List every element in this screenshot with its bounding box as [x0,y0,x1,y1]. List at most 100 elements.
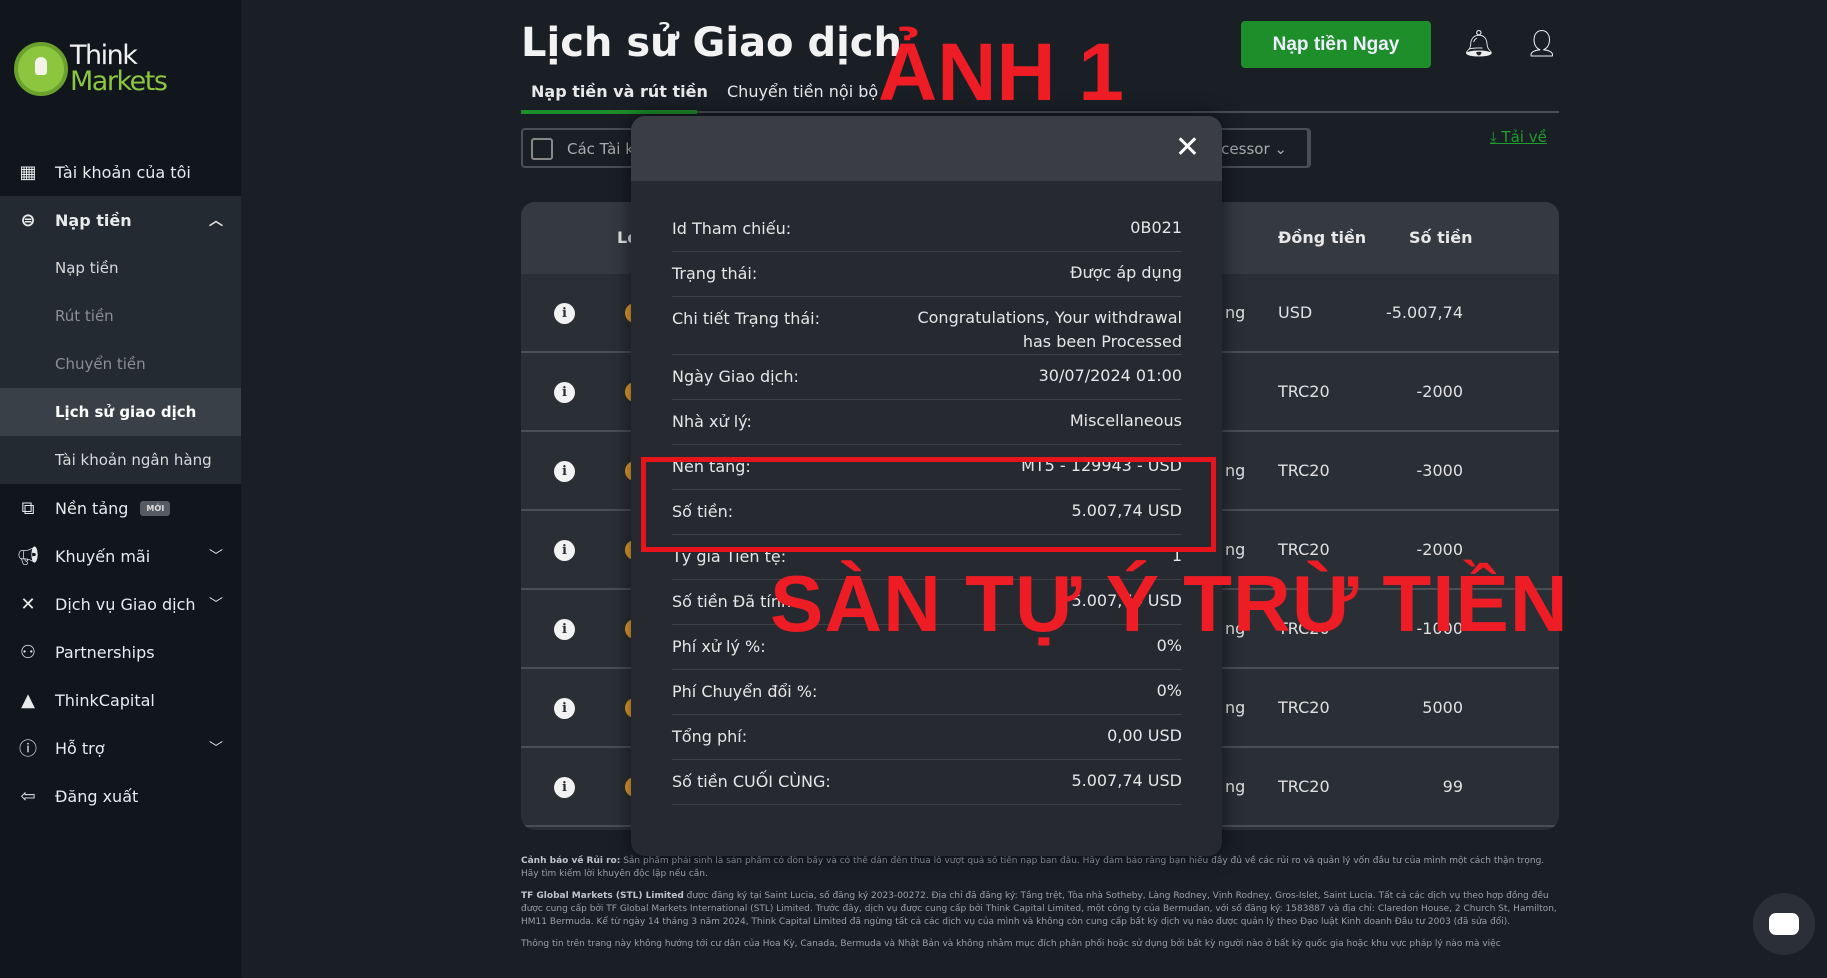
sidebar-item-label: Nạp tiền [55,259,119,277]
tab-internal-transfer[interactable]: Chuyển tiền nội bộ [727,82,878,101]
status-cell: ng [1225,303,1246,322]
sidebar-subitem-deposit[interactable]: Nạp tiền [0,244,241,292]
sidebar-nav: ▦ Tài khoản của tôi ⊜ Nạp tiền ︿ Nạp tiền R… [0,148,241,820]
detail-row: Ngày Giao dịch: 30/07/2024 01:00 [672,355,1182,400]
chevron-down-icon: ﹀ [209,549,223,565]
thinkmarkets-logo[interactable]: Think Markets [14,42,168,97]
sidebar-subitem-transfer[interactable]: Chuyển tiền [0,340,241,388]
dashboard-icon: ▦ [19,161,37,183]
sidebar-subitem-withdraw[interactable]: Rút tiền [0,292,241,340]
detail-row: Phí Chuyển đổi %: 0% [672,670,1182,715]
detail-label: Ngày Giao dịch: [672,367,799,386]
logo-text-markets: Markets [70,66,168,97]
sidebar-item-trading-services[interactable]: ✕ Dịch vụ Giao dịch ﹀ [0,580,241,628]
detail-value: 0,00 USD [1107,726,1182,745]
currency-cell: TRC20 [1278,777,1330,796]
amount-cell: 5000 [1422,698,1463,717]
sidebar-item-thinkcapital[interactable]: ▲ ThinkCapital [0,676,241,724]
legal-disclaimer: Cảnh báo về Rủi ro: Sản phẩm phái sinh l… [521,855,1561,960]
logout-icon: ⇦ [20,785,36,807]
sidebar-subitem-transaction-history[interactable]: Lịch sử giao dịch [0,388,241,436]
detail-label: Id Tham chiếu: [672,219,792,238]
detail-value: 30/07/2024 01:00 [1038,366,1182,385]
sidebar-item-label: Nạp tiền [55,210,132,230]
sidebar-item-support[interactable]: ⓘ Hỗ trợ ﹀ [0,724,241,772]
megaphone-icon: 📢︎ [16,545,40,567]
sidebar-item-partnerships[interactable]: ⚇ Partnerships [0,628,241,676]
sidebar-item-platforms[interactable]: ⧉ Nền tảng MỚI [0,484,241,532]
sidebar-item-deposit[interactable]: ⊜ Nạp tiền ︿ [0,196,241,244]
risk-warning-heading: Cảnh báo về Rủi ro: [521,856,621,866]
sidebar-item-label: Đăng xuất [55,786,139,806]
detail-row: Trạng thái: Được áp dụng [672,252,1182,297]
sidebar-item-label: Chuyển tiền [55,355,146,373]
chat-button[interactable] [1753,893,1815,955]
detail-label: Trạng thái: [672,264,758,283]
sidebar-item-label: Khuyến mãi [55,546,151,566]
download-link[interactable]: ⤓ Tải về [1490,128,1547,146]
chevron-down-icon: ﹀ [209,741,223,757]
amount-cell: -2000 [1416,540,1464,559]
amount-cell: -5.007,74 [1385,303,1463,322]
user-icon[interactable]: 👤︎ [1526,26,1559,62]
currency-cell: TRC20 [1278,382,1330,401]
bell-icon[interactable]: 🔔︎ [1463,26,1496,62]
highlight-box [641,457,1216,552]
chevron-up-icon: ︿ [209,213,223,229]
chevron-down-icon: ⌄ [1274,140,1287,158]
info-icon[interactable]: i [554,303,575,324]
tab-deposits-withdrawals[interactable]: Nạp tiền và rút tiền [531,82,708,101]
info-icon[interactable]: i [554,382,575,403]
mountain-icon: ▲ [21,689,35,711]
info-icon[interactable]: i [554,461,575,482]
status-cell: ng [1225,461,1246,480]
active-tab-indicator [521,110,697,114]
detail-label: Chi tiết Trạng thái: [672,309,821,328]
detail-label: Phí xử lý %: [672,637,766,656]
currency-cell: TRC20 [1278,540,1330,559]
detail-row: Số tiền CUỐI CÙNG: 5.007,74 USD [672,760,1182,805]
new-badge: MỚI [140,500,171,516]
sidebar-item-promotions[interactable]: 📢︎ Khuyến mãi ﹀ [0,532,241,580]
detail-label: Tổng phí: [672,727,748,746]
page-title: Lịch sử Giao dịch [521,20,902,66]
download-icon: ⤓ [1490,128,1497,146]
detail-label: Phí Chuyển đổi %: [672,682,818,701]
detail-value: 0B021 [1130,218,1182,237]
sidebar-item-my-account[interactable]: ▦ Tài khoản của tôi [0,148,241,196]
status-cell: ng [1225,698,1246,717]
detail-value: 5.007,74 USD [1071,771,1182,790]
annotation-label: ẢNH 1 [878,27,1125,118]
sidebar-item-label: Dịch vụ Giao dịch [55,594,196,614]
sidebar-item-label: Hỗ trợ [55,738,105,758]
lightbulb-logo-icon [14,42,68,96]
sidebar-item-label: Lịch sử giao dịch [55,403,197,421]
deposit-now-button[interactable]: Nạp tiền Ngay [1241,21,1431,68]
detail-value: Miscellaneous [1069,411,1182,430]
jurisdiction-text: Thông tin trên trang này không hướng tới… [521,939,1501,949]
annotation-caption: SÀN TỰ Ý TRỪ TIỀN [770,559,1569,648]
accounts-filter-label[interactable]: Các Tài k [567,140,634,158]
info-icon[interactable]: i [554,777,575,798]
company-name: TF Global Markets (STL) Limited [521,891,684,901]
accounts-checkbox[interactable] [531,138,553,160]
close-icon[interactable]: ✕ [1175,130,1200,165]
detail-row: Tổng phí: 0,00 USD [672,715,1182,760]
detail-row: Chi tiết Trạng thái: Congratulations, You… [672,297,1182,355]
wallet-icon: ⊜ [20,209,36,231]
people-icon: ⚇ [19,641,37,663]
status-cell: ng [1225,777,1246,796]
sidebar-item-logout[interactable]: ⇦ Đăng xuất [0,772,241,820]
info-icon[interactable]: i [554,540,575,561]
deposit-submenu: Nạp tiền Rút tiền Chuyển tiền Lịch sử gi… [0,244,241,484]
status-cell: ng [1225,540,1246,559]
risk-warning-text: Sản phẩm phái sinh là sản phẩm có đòn bẩ… [521,856,1545,879]
info-icon[interactable]: i [554,619,575,640]
column-header-currency: Đồng tiền [1278,228,1367,247]
info-icon[interactable]: i [554,698,575,719]
detail-label: Số tiền CUỐI CÙNG: [672,772,831,791]
chat-bubble-icon [1769,913,1799,935]
sidebar-subitem-bank-accounts[interactable]: Tài khoản ngân hàng [0,436,241,484]
detail-value: Congratulations, Your withdrawal has bee… [917,308,1182,351]
detail-row: Id Tham chiếu: 0B021 [672,207,1182,252]
